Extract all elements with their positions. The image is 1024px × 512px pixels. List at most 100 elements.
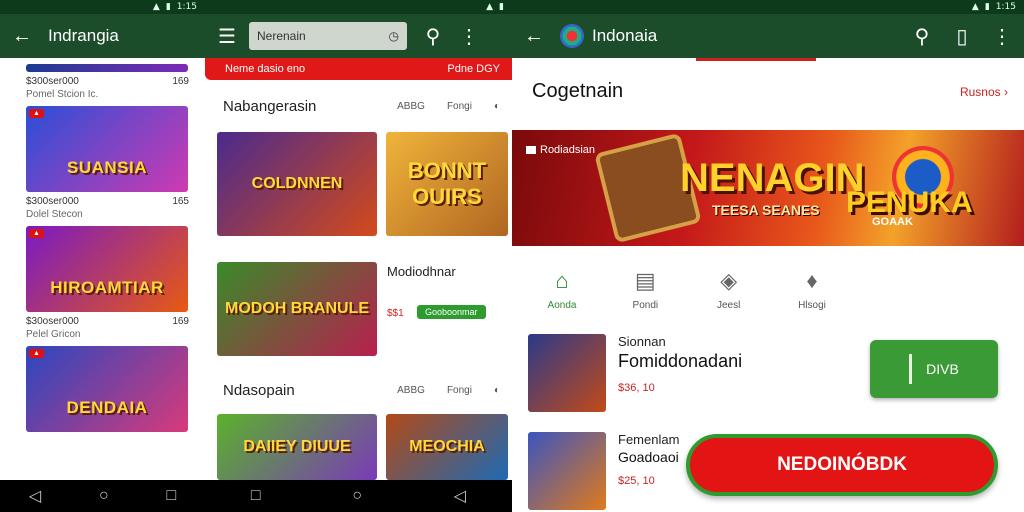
panel-right: ▲ ▮ 1:15 ← Indonaia ⚲ ▯ ⋮ Cogetnain Rusn…	[512, 0, 1024, 512]
game-thumbnail-title: SUANSIA	[66, 158, 147, 177]
category-2[interactable]: ◈ Jeesl	[697, 268, 761, 311]
install-button[interactable]: DIVB	[870, 340, 998, 398]
app-bar: ← Indonaia ⚲ ▯ ⋮	[512, 14, 1024, 58]
featured-banner[interactable]: Rodiadsian NENAGIN TEESA SEANES PENUKA G…	[512, 130, 1024, 246]
more-icon[interactable]: ⋮	[990, 24, 1014, 48]
hot-badge-icon: ▲	[29, 349, 44, 358]
status-time: 1:15	[176, 2, 197, 12]
app-price: $25, 10	[618, 475, 655, 487]
game-thumbnail-title: HIROAMTIAR	[50, 278, 164, 297]
game-tile[interactable]: COLDNNEN	[217, 132, 377, 236]
section-header-2: Ndasopain ABBG Fongi ◐	[223, 382, 500, 399]
game-tile[interactable]: MODOH BRANULE	[217, 262, 377, 356]
battery-icon: ▮	[984, 2, 990, 12]
game-tile[interactable]: DAIIEY DIUUE	[217, 414, 377, 480]
system-nav-bar: □ ○ ◁	[205, 480, 512, 512]
refresh-icon[interactable]: ◐	[494, 101, 500, 112]
category-label: Aonda	[547, 300, 577, 311]
signal-icon: ▲	[486, 2, 494, 12]
game-count: 169	[172, 76, 189, 87]
signal-icon: ▲	[971, 2, 979, 12]
game-thumbnail[interactable]	[26, 64, 188, 72]
battery-icon: ▮	[165, 2, 171, 12]
section-header: Cogetnain Rusnos ›	[532, 80, 1008, 103]
battery-icon: ▮	[499, 2, 504, 12]
panel-middle: ▲ ▮ ☰ Nerenain ◷ ⚲ ⋮ Neme dasio eno Pdne…	[205, 0, 512, 512]
system-nav-bar: ◁ ○ □	[0, 480, 205, 512]
app-title: Fomiddonadani	[618, 351, 743, 371]
menu-icon[interactable]: ☰	[215, 24, 239, 48]
back-arrow-icon[interactable]: ←	[10, 24, 34, 48]
section-link[interactable]: Fongi	[447, 385, 472, 396]
game-price: $300ser000	[26, 76, 79, 87]
category-icon: ◈	[720, 268, 738, 293]
game-price: $300ser000	[26, 196, 79, 207]
app-info: Femenlam Goadoaoi $25, 10	[618, 432, 679, 487]
category-1[interactable]: ▤ Pondi	[613, 268, 677, 311]
game-meta: $300ser000 169	[26, 76, 189, 87]
section-link[interactable]: Fongi	[447, 101, 472, 112]
promo-strip-right: Pdne DGY	[447, 63, 500, 75]
page-title: Indonaia	[592, 26, 658, 45]
game-thumbnail[interactable]: ▲ HIROAMTIAR	[26, 226, 188, 312]
game-card[interactable]: ▲ DENDAIA	[26, 346, 189, 436]
app-subtitle: Sionnan	[618, 334, 666, 349]
app-subtitle: Femenlam	[618, 432, 680, 447]
search-input[interactable]: Nerenain ◷	[249, 22, 407, 50]
cta-label: NEDOINÓBDK	[777, 454, 907, 475]
game-card[interactable]: ▲ HIROAMTIAR $30oser000 169 Pelel Gricon	[26, 226, 189, 340]
nav-home-icon[interactable]: ○	[352, 487, 362, 505]
nav-recent-icon[interactable]: □	[166, 487, 176, 505]
banner-label: Rodiadsian	[526, 144, 595, 156]
promo-strip-left: Neme dasio eno	[225, 63, 306, 75]
search-text: Nerenain	[257, 29, 306, 43]
category-icon: ♦	[806, 268, 818, 293]
search-icon[interactable]: ⚲	[421, 24, 445, 48]
back-arrow-icon[interactable]: ←	[522, 24, 546, 48]
divider	[696, 58, 816, 61]
download-cta-button[interactable]: NEDOINÓBDK	[686, 434, 998, 496]
section-title: Ndasopain	[223, 382, 295, 399]
promo-strip[interactable]: Neme dasio eno Pdne DGY	[205, 58, 512, 80]
nav-back-icon[interactable]: ◁	[454, 486, 466, 506]
game-studio: Pelel Gricon	[26, 329, 81, 340]
game-thumbnail[interactable]: ▲ SUANSIA	[26, 106, 188, 192]
more-icon[interactable]: ⋮	[457, 24, 481, 48]
game-tile[interactable]: BONNT OUIRS	[386, 132, 508, 236]
section-meta: ABBG	[397, 385, 425, 396]
game-studio: Pomel Stcion Ic.	[26, 89, 99, 100]
install-label: DIVB	[926, 361, 959, 377]
app-bar: ← Indrangia	[0, 14, 205, 58]
section-title: Cogetnain	[532, 80, 624, 102]
game-list: $300ser000 169 Pomel Stcion Ic. ▲ SUANSIA $30…	[0, 58, 205, 480]
banner-right-subtitle: GOAAK	[872, 216, 913, 228]
app-info: Sionnan Fomiddonadani $36, 10	[618, 334, 742, 394]
game-card[interactable]: $300ser000 169 Pomel Stcion Ic.	[26, 64, 189, 100]
nav-back-icon[interactable]: ◁	[29, 486, 41, 506]
game-card[interactable]: ▲ SUANSIA $300ser000 165 Dolel Stecon	[26, 106, 189, 220]
app-thumbnail[interactable]	[528, 334, 606, 412]
search-icon[interactable]: ⚲	[910, 24, 934, 48]
category-3[interactable]: ♦ Hlsogi	[780, 268, 844, 311]
game-meta: $300ser000 165	[26, 196, 189, 207]
page-title: Indrangia	[48, 26, 119, 45]
game-thumbnail[interactable]: ▲ DENDAIA	[26, 346, 188, 432]
app-thumbnail[interactable]	[528, 432, 606, 510]
nav-recent-icon[interactable]: □	[251, 487, 261, 505]
refresh-icon[interactable]: ◐	[494, 385, 500, 396]
game-tile[interactable]: MEOCHIA	[386, 414, 508, 480]
game-count: 165	[172, 196, 189, 207]
banner-right-title: PENUKA	[846, 186, 973, 219]
category-label: Jeesl	[716, 300, 741, 311]
hot-badge-icon: ▲	[29, 229, 44, 238]
tablet-icon[interactable]: ▯	[950, 24, 974, 48]
side-pill[interactable]: Gooboonmar	[417, 305, 486, 319]
app-title: Goadoaoi	[618, 449, 679, 465]
nav-home-icon[interactable]: ○	[99, 487, 109, 505]
category-0[interactable]: ⌂ Aonda	[530, 268, 594, 311]
side-title[interactable]: Modiodhnar	[387, 264, 456, 279]
app-logo-icon	[560, 24, 584, 48]
category-label: Pondi	[632, 300, 659, 311]
clock-icon: ◷	[388, 29, 399, 43]
section-link[interactable]: Rusnos ›	[960, 85, 1008, 99]
